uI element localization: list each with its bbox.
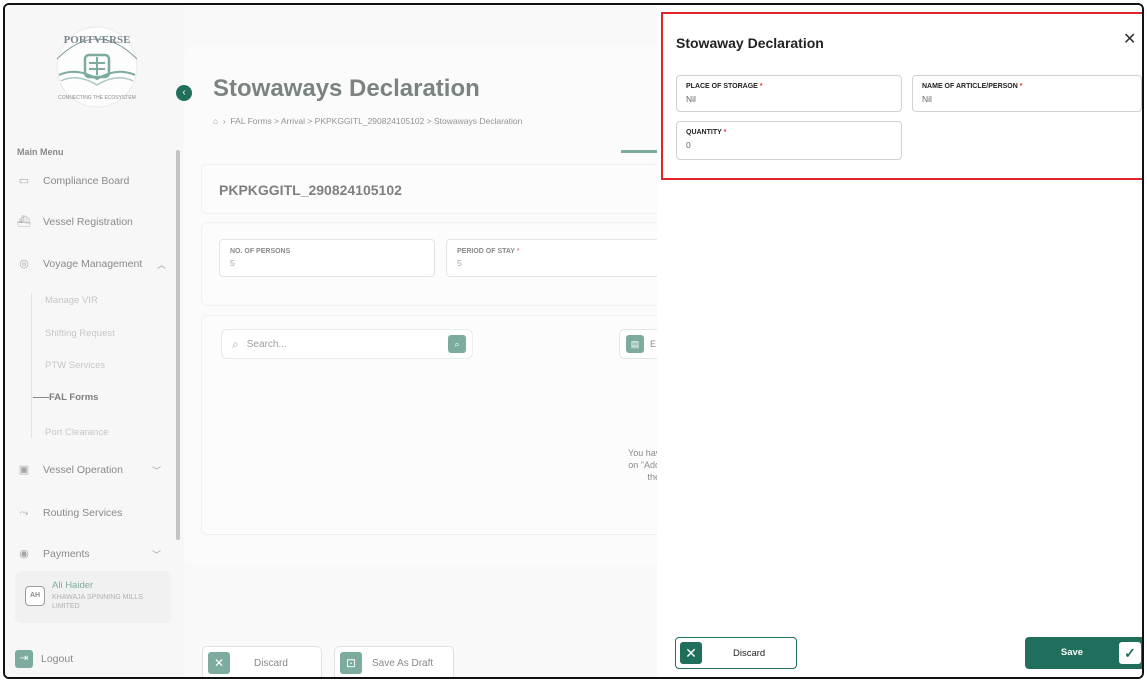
field-value: Nil bbox=[686, 94, 696, 104]
app-window: PORTVERSE CONNECTING THE ECOSYSTEM Main … bbox=[3, 3, 1144, 679]
quantity-field[interactable]: QUANTITY * 0 bbox=[676, 121, 902, 160]
check-icon: ✓ bbox=[1119, 642, 1141, 664]
close-icon[interactable]: ✕ bbox=[1123, 29, 1136, 49]
discard-label: Discard bbox=[733, 648, 766, 659]
name-of-article-person-field[interactable]: NAME OF ARTICLE/PERSON * Nil bbox=[912, 75, 1142, 112]
field-label: QUANTITY * bbox=[686, 129, 727, 136]
modal-backdrop[interactable] bbox=[5, 5, 657, 677]
field-label: NAME OF ARTICLE/PERSON * bbox=[922, 83, 1023, 90]
field-value: Nil bbox=[922, 94, 932, 104]
close-icon: ✕ bbox=[680, 642, 702, 664]
field-label: PLACE OF STORAGE * bbox=[686, 83, 763, 90]
drawer-title: Stowaway Declaration bbox=[676, 35, 824, 51]
sidebar-collapse-button[interactable]: ‹ bbox=[176, 85, 192, 101]
drawer-discard-button[interactable]: ✕ Discard bbox=[675, 637, 797, 669]
stowaway-declaration-drawer: Stowaway Declaration ✕ PLACE OF STORAGE … bbox=[657, 5, 1142, 677]
field-value: 0 bbox=[686, 140, 691, 150]
drawer-save-button[interactable]: Save ✓ bbox=[1025, 637, 1142, 669]
place-of-storage-field[interactable]: PLACE OF STORAGE * Nil bbox=[676, 75, 902, 112]
save-label: Save bbox=[1060, 647, 1084, 658]
